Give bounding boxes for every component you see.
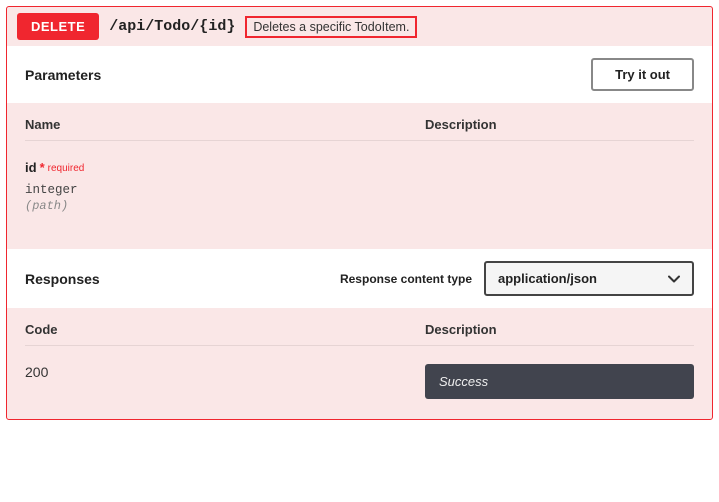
required-star: *: [40, 160, 45, 175]
response-content-type-label: Response content type: [340, 272, 472, 286]
parameters-title: Parameters: [25, 67, 101, 83]
response-content-type-value: application/json: [498, 271, 597, 286]
response-description: Success: [425, 364, 694, 399]
operation-header[interactable]: DELETE /api/Todo/{id} Deletes a specific…: [7, 7, 712, 46]
param-type: integer: [25, 183, 694, 197]
operation-path: /api/Todo/{id}: [109, 18, 235, 35]
responses-columns: Code Description: [25, 322, 694, 346]
try-it-out-button[interactable]: Try it out: [591, 58, 694, 91]
param-name: id: [25, 160, 37, 175]
responses-section-header: Responses Response content type applicat…: [7, 249, 712, 308]
chevron-down-icon: [668, 275, 680, 283]
required-text: required: [48, 163, 85, 174]
operation-panel: DELETE /api/Todo/{id} Deletes a specific…: [6, 6, 713, 420]
responses-title: Responses: [25, 271, 100, 287]
parameters-section-header: Parameters Try it out: [7, 46, 712, 103]
column-resp-description: Description: [425, 322, 694, 337]
responses-body: Code Description 200 Success: [7, 308, 712, 419]
column-description: Description: [425, 117, 694, 132]
response-content-type-wrap: Response content type application/json: [340, 261, 694, 296]
operation-summary: Deletes a specific TodoItem.: [245, 16, 417, 38]
column-name: Name: [25, 117, 425, 132]
response-code: 200: [25, 364, 48, 380]
param-in: (path): [25, 199, 694, 213]
response-row: 200 Success: [25, 364, 694, 399]
parameter-row: id*required integer (path): [25, 159, 694, 213]
column-code: Code: [25, 322, 425, 337]
response-content-type-select[interactable]: application/json: [484, 261, 694, 296]
parameters-columns: Name Description: [25, 117, 694, 141]
parameters-body: Name Description id*required integer (pa…: [7, 103, 712, 249]
http-method-badge: DELETE: [17, 13, 99, 40]
